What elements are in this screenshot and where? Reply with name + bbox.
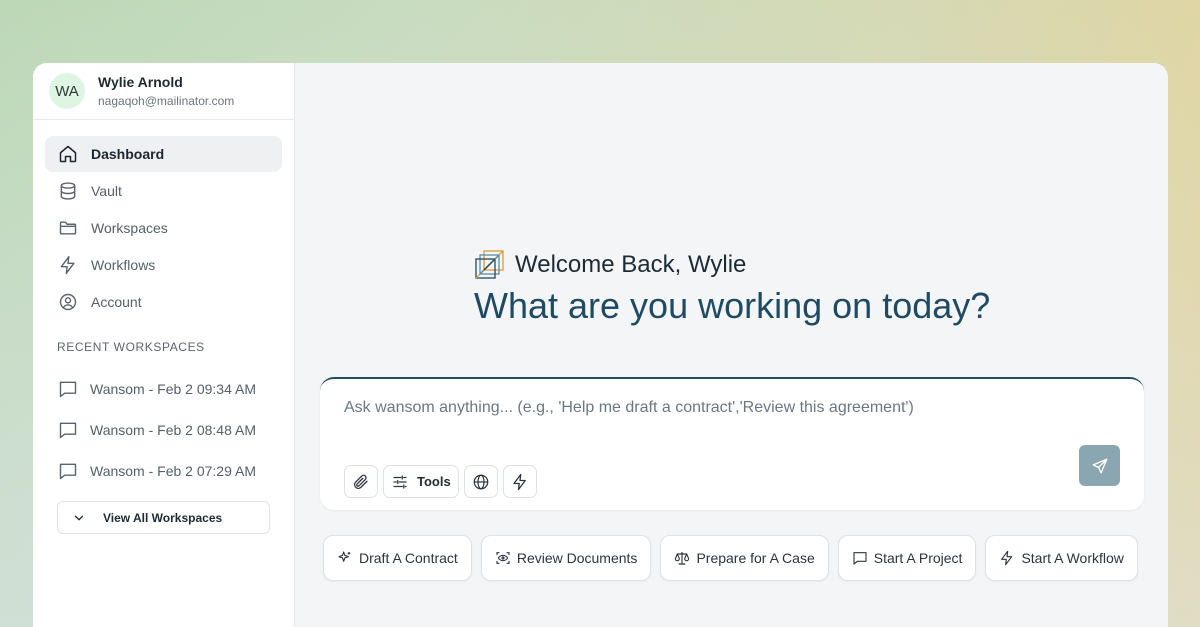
sidebar-item-workflows[interactable]: Workflows — [45, 247, 282, 283]
tools-label: Tools — [417, 474, 451, 489]
profile-email: nagaqoh@mailinator.com — [98, 93, 235, 108]
home-icon — [59, 145, 77, 163]
sidebar-item-dashboard[interactable]: Dashboard — [45, 136, 282, 172]
profile-name: Wylie Arnold — [98, 73, 183, 90]
profile-info: Wylie Arnold nagaqoh@mailinator.com — [98, 74, 234, 109]
sidebar-item-label: Workflows — [91, 257, 156, 273]
start-workflow-button[interactable]: Start A Workflow — [985, 535, 1138, 581]
draft-contract-button[interactable]: Draft A Contract — [323, 535, 472, 581]
recent-workspace-label: Wansom - Feb 2 07:29 AM — [90, 462, 256, 479]
action-label: Draft A Contract — [359, 550, 458, 566]
message-square-icon — [59, 381, 77, 397]
action-label: Prepare for A Case — [696, 550, 815, 566]
lightning-icon — [513, 473, 526, 490]
prepare-case-button[interactable]: Prepare for A Case — [660, 535, 829, 581]
sidebar-item-label: Dashboard — [91, 146, 165, 162]
sidebar-item-label: Vault — [91, 183, 122, 199]
message-square-icon — [853, 552, 867, 565]
quick-action-button[interactable] — [502, 465, 537, 498]
review-documents-button[interactable]: Review Documents — [480, 535, 652, 581]
send-button[interactable] — [1079, 445, 1120, 486]
prompt-input[interactable]: Ask wansom anything... (e.g., 'Help me d… — [344, 399, 914, 417]
start-project-button[interactable]: Start A Project — [837, 535, 977, 581]
prompt-toolbar: Tools — [344, 465, 537, 498]
action-label: Start A Workflow — [1021, 550, 1124, 566]
sliders-icon — [393, 474, 407, 489]
action-label: Start A Project — [873, 550, 963, 566]
paperclip-icon — [354, 474, 368, 489]
welcome-text: Welcome Back, Wylie — [515, 251, 747, 278]
view-all-workspaces-button[interactable]: View All Workspaces — [57, 501, 270, 534]
chevron-down-icon — [74, 515, 84, 520]
globe-icon — [473, 474, 489, 489]
sidebar-item-label: Workspaces — [91, 220, 168, 236]
recent-workspace-label: Wansom - Feb 2 08:48 AM — [90, 421, 256, 438]
recent-workspace-label: Wansom - Feb 2 09:34 AM — [90, 380, 256, 397]
user-profile[interactable]: WA Wylie Arnold nagaqoh@mailinator.com — [33, 63, 294, 120]
prompt-box[interactable]: Ask wansom anything... (e.g., 'Help me d… — [320, 377, 1144, 510]
lightning-icon — [1001, 550, 1013, 566]
action-label: Review Documents — [516, 550, 638, 566]
welcome-row: Welcome Back, Wylie — [474, 249, 746, 281]
sidebar-item-vault[interactable]: Vault — [45, 173, 282, 209]
sidebar-nav: Dashboard Vault Workspaces Workflows Acc… — [33, 120, 294, 320]
recent-workspace-item[interactable]: Wansom - Feb 2 08:48 AM — [33, 409, 294, 450]
eye-scan-icon — [496, 552, 510, 564]
scale-icon — [675, 552, 690, 565]
folder-icon — [59, 221, 77, 235]
sidebar: WA Wylie Arnold nagaqoh@mailinator.com D… — [33, 63, 295, 627]
web-search-button[interactable] — [463, 465, 498, 498]
send-icon — [1092, 458, 1107, 473]
message-square-icon — [59, 422, 77, 438]
page-title: What are you working on today? — [474, 285, 991, 326]
logo-icon — [475, 250, 504, 279]
sidebar-item-label: Account — [91, 294, 142, 310]
recent-workspace-item[interactable]: Wansom - Feb 2 07:29 AM — [33, 450, 294, 491]
sidebar-item-account[interactable]: Account — [45, 284, 282, 320]
recent-workspaces-title: RECENT WORKSPACES — [57, 340, 205, 354]
user-circle-icon — [59, 293, 77, 311]
sidebar-item-workspaces[interactable]: Workspaces — [45, 210, 282, 246]
app-window: WA Wylie Arnold nagaqoh@mailinator.com D… — [33, 63, 1168, 627]
avatar: WA — [49, 73, 85, 109]
attach-button[interactable] — [344, 465, 378, 498]
main-content: Welcome Back, Wylie What are you working… — [295, 63, 1168, 627]
message-square-icon — [59, 463, 77, 479]
view-all-label: View All Workspaces — [103, 510, 223, 525]
lightning-icon — [60, 255, 75, 275]
quick-actions: Draft A Contract Review Documents Prepar… — [323, 535, 1138, 581]
database-icon — [60, 182, 76, 200]
tools-button[interactable]: Tools — [383, 465, 459, 498]
recent-workspace-item[interactable]: Wansom - Feb 2 09:34 AM — [33, 368, 294, 409]
sparkle-icon — [338, 551, 351, 562]
